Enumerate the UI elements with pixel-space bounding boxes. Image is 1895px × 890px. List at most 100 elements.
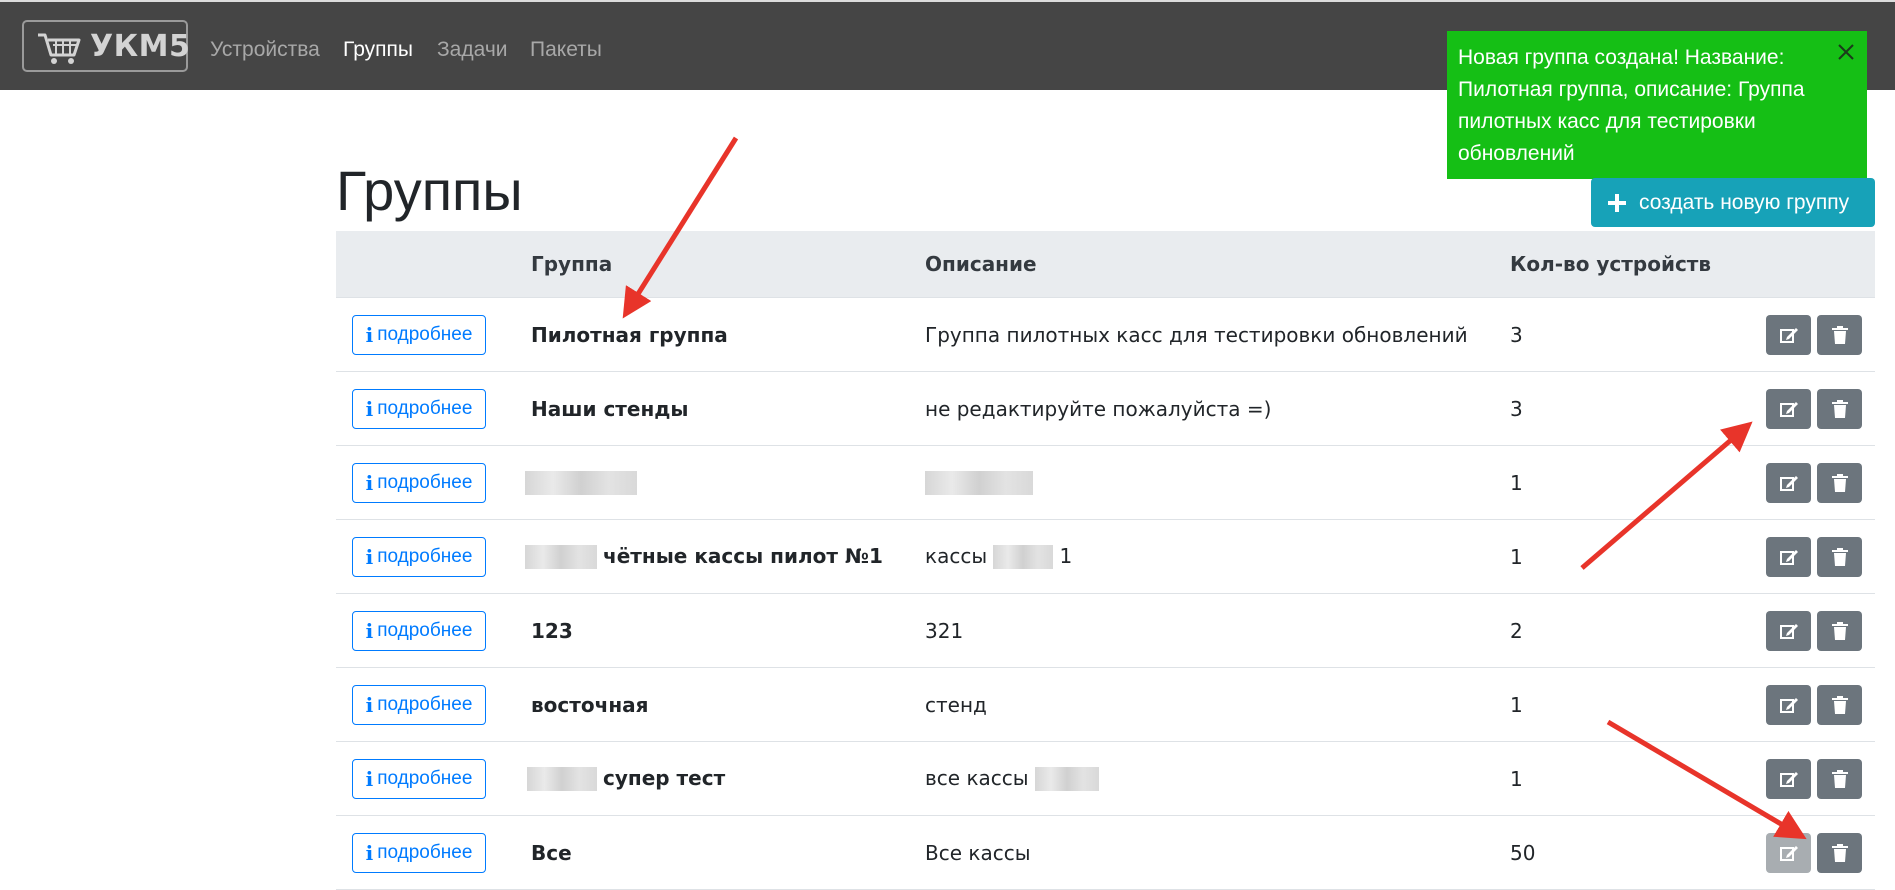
- edit-button[interactable]: [1766, 684, 1811, 725]
- brand-text: УКМ5: [90, 29, 191, 64]
- details-button[interactable]: i подробнее: [352, 610, 486, 651]
- table-row: i подробнее восточная стенд 1: [336, 667, 1875, 742]
- details-label: подробнее: [377, 397, 473, 419]
- delete-button[interactable]: [1817, 462, 1862, 503]
- group-description: Группа пилотных касс для тестировки обно…: [925, 297, 1510, 372]
- group-description: не редактируйте пожалуйста =): [925, 371, 1510, 446]
- page-title: Группы: [336, 159, 523, 222]
- delete-button[interactable]: [1817, 314, 1862, 355]
- close-icon[interactable]: [1837, 43, 1855, 61]
- redacted-text: [525, 471, 637, 496]
- delete-button[interactable]: [1817, 684, 1862, 725]
- group-description: кассы 1: [925, 519, 1510, 594]
- trash-icon: [1831, 473, 1848, 492]
- trash-icon: [1831, 695, 1848, 714]
- trash-icon: [1831, 843, 1848, 862]
- delete-button[interactable]: [1817, 832, 1862, 873]
- group-description: все кассы: [925, 741, 1510, 816]
- edit-button[interactable]: [1766, 314, 1811, 355]
- info-icon: i: [365, 470, 374, 495]
- details-button[interactable]: i подробнее: [352, 462, 486, 503]
- nav-link-devices[interactable]: Устройства: [210, 38, 320, 62]
- edit-button-disabled: [1766, 832, 1811, 873]
- header-group: Группа: [531, 231, 925, 298]
- details-label: подробнее: [377, 841, 473, 863]
- details-button[interactable]: i подробнее: [352, 758, 486, 799]
- device-count: 1: [1510, 741, 1730, 816]
- table-row: i подробнее чётные кассы пилот №1 кассы 1…: [336, 519, 1875, 594]
- redacted-text: [527, 767, 597, 792]
- create-group-button[interactable]: создать новую группу: [1591, 178, 1875, 227]
- edit-button[interactable]: [1766, 536, 1811, 577]
- edit-icon: [1779, 549, 1798, 565]
- edit-icon: [1779, 327, 1798, 343]
- edit-button[interactable]: [1766, 462, 1811, 503]
- info-icon: i: [365, 618, 374, 643]
- redacted-text: [525, 545, 597, 570]
- details-label: подробнее: [377, 619, 473, 641]
- table-row: i подробнее Пилотная группа Группа пилотн…: [336, 297, 1875, 372]
- delete-button[interactable]: [1817, 758, 1862, 799]
- device-count: 1: [1510, 445, 1730, 520]
- details-label: подробнее: [377, 767, 473, 789]
- device-count: 3: [1510, 371, 1730, 446]
- details-button[interactable]: i подробнее: [352, 832, 486, 873]
- device-count: 2: [1510, 593, 1730, 668]
- edit-button[interactable]: [1766, 758, 1811, 799]
- info-icon: i: [365, 322, 374, 347]
- table-row: i подробнее 1: [336, 445, 1875, 520]
- trash-icon: [1831, 769, 1848, 788]
- group-name: чётные кассы пилот №1: [525, 519, 925, 594]
- edit-button[interactable]: [1766, 610, 1811, 651]
- details-label: подробнее: [377, 323, 473, 345]
- delete-button[interactable]: [1817, 536, 1862, 577]
- group-name: 123: [531, 593, 925, 668]
- details-button[interactable]: i подробнее: [352, 314, 486, 355]
- group-name: [525, 445, 925, 520]
- details-label: подробнее: [377, 471, 473, 493]
- table-row: i подробнее Все Все кассы 50: [336, 815, 1875, 890]
- toast-message: Новая группа создана! Название: Пилотная…: [1458, 46, 1805, 165]
- redacted-text: [925, 471, 1033, 496]
- device-count: 3: [1510, 297, 1730, 372]
- details-label: подробнее: [377, 545, 473, 567]
- groups-table: Группа Описание Кол-во устройств i подроб…: [336, 231, 1875, 890]
- edit-button[interactable]: [1766, 388, 1811, 429]
- device-count: 1: [1510, 519, 1730, 594]
- info-icon: i: [365, 766, 374, 791]
- group-description: 321: [925, 593, 1510, 668]
- details-label: подробнее: [377, 693, 473, 715]
- table-row: i подробнее супер тест все кассы 1: [336, 741, 1875, 816]
- details-button[interactable]: i подробнее: [352, 684, 486, 725]
- details-button[interactable]: i подробнее: [352, 388, 486, 429]
- delete-button[interactable]: [1817, 610, 1862, 651]
- edit-icon: [1779, 771, 1798, 787]
- table-header-row: Группа Описание Кол-во устройств: [336, 231, 1875, 298]
- group-name: восточная: [531, 667, 925, 742]
- header-description: Описание: [925, 231, 1510, 298]
- edit-icon: [1779, 475, 1798, 491]
- info-icon: i: [365, 544, 374, 569]
- header-empty: [336, 231, 531, 298]
- header-count: Кол-во устройств: [1510, 231, 1730, 298]
- nav-link-tasks[interactable]: Задачи: [437, 38, 508, 62]
- info-icon: i: [365, 396, 374, 421]
- group-name: Наши стенды: [531, 371, 925, 446]
- group-name: Пилотная группа: [531, 297, 925, 372]
- group-description: [925, 445, 1510, 520]
- nav-link-packages[interactable]: Пакеты: [530, 38, 602, 62]
- success-toast: Новая группа создана! Название: Пилотная…: [1447, 31, 1867, 179]
- cart-icon: [38, 33, 81, 64]
- device-count: 50: [1510, 815, 1730, 890]
- nav-link-groups[interactable]: Группы: [343, 38, 413, 62]
- trash-icon: [1831, 547, 1848, 566]
- brand-logo[interactable]: УКМ5: [22, 20, 191, 72]
- delete-button[interactable]: [1817, 388, 1862, 429]
- trash-icon: [1831, 399, 1848, 418]
- details-button[interactable]: i подробнее: [352, 536, 486, 577]
- group-name: Все: [531, 815, 925, 890]
- trash-icon: [1831, 621, 1848, 640]
- trash-icon: [1831, 325, 1848, 344]
- info-icon: i: [365, 840, 374, 865]
- create-group-label: создать новую группу: [1639, 190, 1850, 214]
